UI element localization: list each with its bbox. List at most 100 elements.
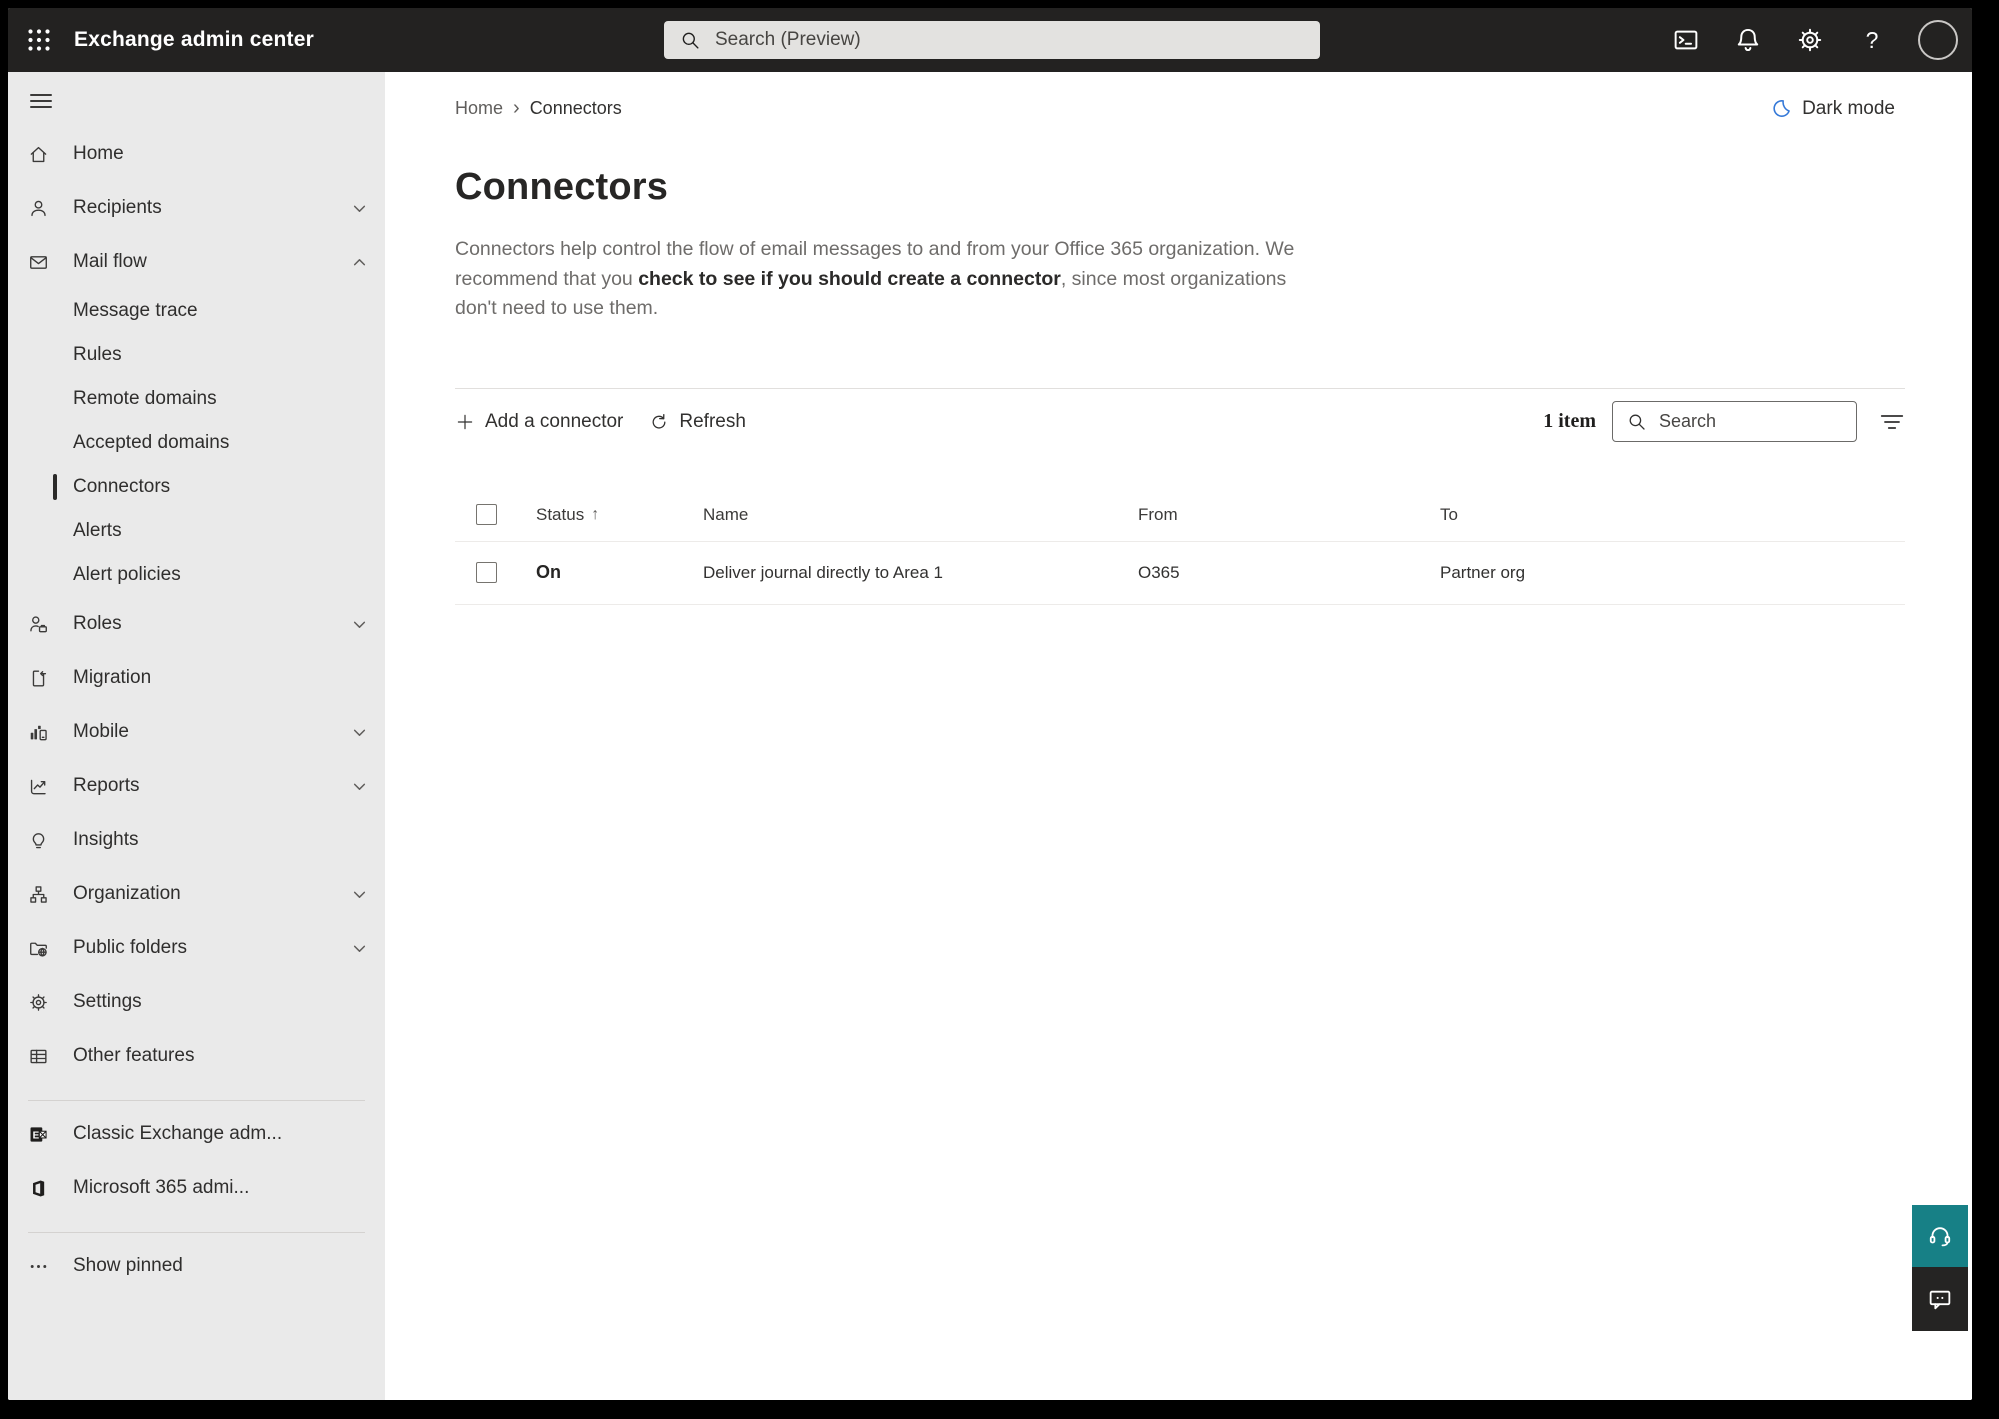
sidebar-item-remote-domains[interactable]: Remote domains bbox=[8, 377, 385, 421]
table-search-placeholder: Search bbox=[1659, 411, 1717, 431]
description-link[interactable]: check to see if you should create a conn… bbox=[638, 268, 1061, 290]
column-header-status[interactable]: Status ↑ bbox=[536, 505, 703, 525]
app-window: Exchange admin center Search (Preview) ?… bbox=[8, 8, 1972, 1400]
sidebar-item-migration[interactable]: Migration bbox=[8, 651, 385, 705]
selected-indicator bbox=[53, 474, 57, 500]
sidebar-item-label: Recipients bbox=[73, 197, 162, 218]
sidebar-item-home[interactable]: Home bbox=[8, 127, 385, 181]
row-from: O365 bbox=[1138, 562, 1180, 582]
search-icon bbox=[1629, 414, 1645, 430]
sidebar-item-other-features[interactable]: Other features bbox=[8, 1029, 385, 1083]
home-icon bbox=[28, 144, 49, 165]
table-search-input[interactable]: Search bbox=[1612, 401, 1857, 442]
page-title: Connectors bbox=[455, 166, 669, 208]
row-status: On bbox=[536, 562, 561, 582]
dark-mode-toggle[interactable]: Dark mode bbox=[1771, 98, 1895, 120]
sidebar-item-label: Roles bbox=[73, 613, 122, 634]
person-icon bbox=[28, 198, 49, 219]
sidebar-item-label: Mobile bbox=[73, 721, 129, 742]
sidebar-divider bbox=[28, 1232, 365, 1233]
table-header-row: Status ↑ Name From To bbox=[455, 489, 1905, 542]
avatar[interactable] bbox=[1918, 20, 1958, 60]
chart-phone-icon bbox=[28, 722, 49, 743]
sidebar-divider bbox=[28, 1100, 365, 1101]
sidebar-item-mobile[interactable]: Mobile bbox=[8, 705, 385, 759]
sidebar-item-connectors[interactable]: Connectors bbox=[8, 465, 385, 509]
gear-icon[interactable] bbox=[1794, 24, 1826, 56]
select-all-checkbox[interactable] bbox=[476, 504, 497, 525]
sidebar-item-alert-policies[interactable]: Alert policies bbox=[8, 553, 385, 597]
sidebar-item-accepted-domains[interactable]: Accepted domains bbox=[8, 421, 385, 465]
column-header-to[interactable]: To bbox=[1440, 505, 1905, 525]
feedback-bubble-icon bbox=[1929, 1290, 1951, 1310]
add-connector-label: Add a connector bbox=[485, 410, 624, 432]
help-icon[interactable]: ? bbox=[1856, 24, 1888, 56]
crescent-moon-icon bbox=[1773, 100, 1790, 117]
search-icon bbox=[682, 32, 699, 49]
sidebar-item-recipients[interactable]: Recipients bbox=[8, 181, 385, 235]
sidebar: Home Recipients Mail flow Message trace … bbox=[8, 72, 385, 1400]
breadcrumb: Home › Connectors bbox=[455, 97, 622, 120]
feedback-button[interactable] bbox=[1912, 1267, 1968, 1331]
column-label: Status bbox=[536, 504, 585, 524]
sidebar-item-label: Remote domains bbox=[73, 388, 217, 409]
sidebar-item-m365-admin[interactable]: Microsoft 365 admi... bbox=[8, 1161, 385, 1215]
lightbulb-icon bbox=[28, 830, 49, 851]
refresh-button[interactable]: Refresh bbox=[649, 411, 746, 433]
sidebar-item-roles[interactable]: Roles bbox=[8, 597, 385, 651]
sidebar-item-public-folders[interactable]: Public folders bbox=[8, 921, 385, 975]
sidebar-item-label: Rules bbox=[73, 344, 122, 365]
plus-icon bbox=[457, 414, 473, 429]
sidebar-item-label: Reports bbox=[73, 775, 140, 796]
chevron-down-icon bbox=[352, 725, 367, 740]
sidebar-item-label: Message trace bbox=[73, 300, 198, 321]
table-row[interactable]: On Deliver journal directly to Area 1 O3… bbox=[455, 542, 1905, 605]
office-logo-icon bbox=[28, 1178, 49, 1199]
filter-icon[interactable] bbox=[1879, 409, 1905, 435]
column-header-name[interactable]: Name bbox=[703, 505, 1138, 525]
support-button[interactable] bbox=[1912, 1205, 1968, 1267]
breadcrumb-separator: › bbox=[513, 97, 520, 119]
table-icon bbox=[28, 1046, 49, 1067]
sidebar-item-mail-flow[interactable]: Mail flow bbox=[8, 235, 385, 289]
sidebar-item-label: Home bbox=[73, 143, 124, 164]
row-checkbox[interactable] bbox=[476, 562, 497, 583]
terminal-icon[interactable] bbox=[1670, 24, 1702, 56]
person-briefcase-icon bbox=[28, 614, 49, 635]
org-chart-icon bbox=[28, 884, 49, 905]
sidebar-item-alerts[interactable]: Alerts bbox=[8, 509, 385, 553]
chevron-up-icon bbox=[352, 255, 367, 270]
breadcrumb-home[interactable]: Home bbox=[455, 98, 503, 119]
sidebar-item-label: Accepted domains bbox=[73, 432, 230, 453]
sidebar-item-show-pinned[interactable]: Show pinned bbox=[8, 1239, 385, 1293]
row-name[interactable]: Deliver journal directly to Area 1 bbox=[703, 563, 1138, 583]
sidebar-item-label: Mail flow bbox=[73, 251, 147, 272]
trending-icon bbox=[28, 776, 49, 797]
refresh-icon bbox=[652, 413, 666, 429]
hamburger-icon[interactable] bbox=[8, 72, 385, 114]
sidebar-item-settings[interactable]: Settings bbox=[8, 975, 385, 1029]
sidebar-item-organization[interactable]: Organization bbox=[8, 867, 385, 921]
waffle-icon[interactable] bbox=[16, 8, 62, 72]
toolbar: Add a connector Refresh 1 item Search bbox=[455, 389, 1905, 455]
bell-icon[interactable] bbox=[1732, 24, 1764, 56]
chevron-down-icon bbox=[352, 941, 367, 956]
exchange-logo-icon: E bbox=[28, 1124, 49, 1145]
sidebar-item-message-trace[interactable]: Message trace bbox=[8, 289, 385, 333]
sort-ascending-icon: ↑ bbox=[591, 505, 600, 523]
chevron-down-icon bbox=[352, 201, 367, 216]
refresh-label: Refresh bbox=[679, 410, 746, 432]
sidebar-item-rules[interactable]: Rules bbox=[8, 333, 385, 377]
sidebar-item-classic-exchange[interactable]: E Classic Exchange adm... bbox=[8, 1107, 385, 1161]
chevron-down-icon bbox=[352, 617, 367, 632]
item-count: 1 item bbox=[1543, 410, 1596, 432]
sidebar-item-reports[interactable]: Reports bbox=[8, 759, 385, 813]
document-arrow-icon bbox=[28, 668, 49, 689]
column-header-from[interactable]: From bbox=[1138, 505, 1440, 525]
sidebar-item-label: Microsoft 365 admi... bbox=[73, 1177, 250, 1198]
add-connector-button[interactable]: Add a connector bbox=[455, 411, 623, 433]
sidebar-item-label: Insights bbox=[73, 829, 139, 850]
sidebar-item-insights[interactable]: Insights bbox=[8, 813, 385, 867]
global-search-input[interactable]: Search (Preview) bbox=[664, 21, 1320, 59]
sidebar-item-label: Other features bbox=[73, 1045, 195, 1066]
